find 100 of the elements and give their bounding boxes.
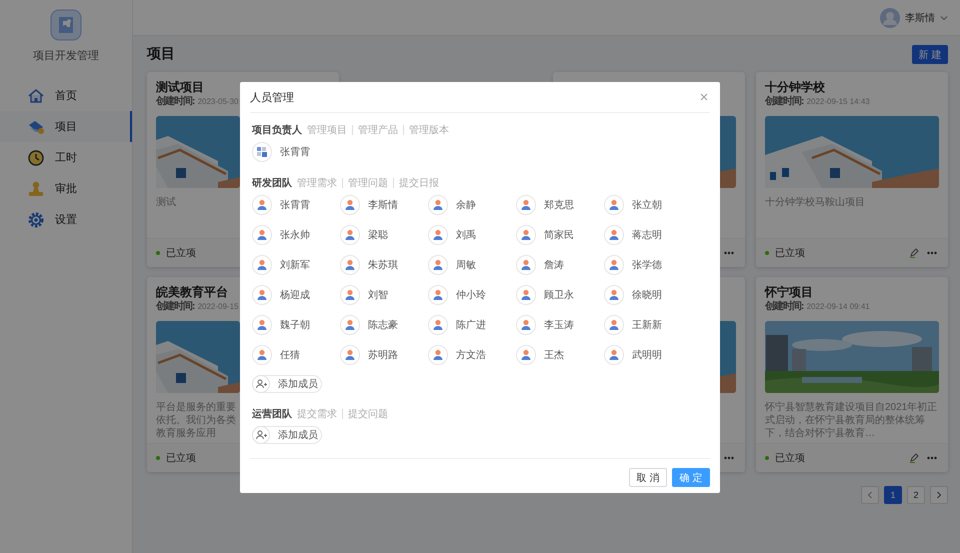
user-avatar-icon — [604, 315, 624, 335]
user-avatar-icon — [340, 345, 360, 365]
created-time: 创建时间: 2023-05-30 — [156, 95, 238, 108]
status-dot — [156, 456, 160, 460]
card-description: 平台是服务的重要依托。我们为各类教育服务应用 — [156, 400, 237, 440]
created-time: 创建时间: 2022-09-14 09:41 — [765, 300, 870, 313]
link[interactable]: 管理问题 — [348, 176, 388, 190]
chevron-left-icon — [866, 491, 874, 499]
grid-avatar-icon — [252, 142, 272, 162]
member-name: 詹涛 — [544, 259, 564, 272]
link[interactable]: 提交问题 — [348, 407, 388, 421]
add-user-icon — [252, 375, 270, 393]
member-name: 苏明路 — [368, 348, 398, 362]
section-title: 项目负责人 — [252, 124, 302, 137]
add-member-button[interactable]: 添加成员 — [252, 375, 322, 393]
more-icon — [724, 456, 734, 460]
section-title: 研发团队 — [252, 176, 292, 190]
logo-icon — [50, 9, 82, 41]
member-name: 魏子朝 — [280, 318, 310, 332]
link[interactable]: 管理产品 — [358, 123, 398, 137]
status-label: 已立项 — [166, 452, 196, 466]
link[interactable]: 提交日报 — [399, 176, 439, 190]
user-avatar-icon — [428, 315, 448, 335]
add-user-icon — [252, 426, 270, 444]
user-avatar-icon — [428, 255, 448, 275]
member-name: 陈广进 — [456, 318, 486, 332]
home-icon — [27, 86, 45, 104]
member-name: 王杰 — [544, 348, 564, 362]
member-name: 周敏 — [456, 259, 476, 272]
user-avatar-icon — [516, 345, 536, 365]
user-avatar-icon — [516, 195, 536, 215]
member-name: 蒋志明 — [632, 228, 662, 242]
user-avatar-icon — [604, 225, 624, 245]
member-name: 任猜 — [280, 348, 300, 362]
user-menu[interactable]: 李斯情 — [880, 8, 948, 28]
user-avatar-icon — [340, 285, 360, 305]
cancel-button[interactable]: 取 消 — [629, 468, 667, 487]
user-avatar-icon — [604, 285, 624, 305]
user-avatar-icon — [516, 315, 536, 335]
member-name: 郑克思 — [544, 198, 574, 212]
member-name: 简家民 — [544, 228, 574, 242]
member-name: 李斯情 — [368, 198, 398, 212]
user-avatar-icon — [340, 315, 360, 335]
member-name: 张学德 — [632, 258, 662, 272]
member-name: 刘新军 — [280, 258, 310, 272]
edit-button[interactable] — [907, 451, 921, 466]
member-name: 梁聪 — [368, 228, 388, 242]
close-button[interactable] — [698, 91, 710, 103]
nav-item[interactable]: 首页 — [0, 80, 132, 111]
created-time: 创建时间: 2022-09-15 14:43 — [765, 95, 870, 108]
user-avatar-icon — [252, 255, 272, 275]
settings-icon — [27, 210, 45, 228]
user-avatar-icon — [252, 345, 272, 365]
link[interactable]: 提交需求 — [297, 407, 337, 421]
member-name: 张立朝 — [632, 198, 662, 212]
link[interactable]: 管理需求 — [297, 176, 337, 190]
nav-item[interactable]: 审批 — [0, 173, 132, 204]
status-dot — [156, 251, 160, 256]
status-dot — [765, 251, 769, 256]
member-name: 王新新 — [632, 318, 662, 332]
member-name: 武明明 — [632, 348, 662, 362]
confirm-button[interactable]: 确 定 — [672, 468, 710, 487]
next-page-button[interactable] — [930, 486, 948, 504]
member-name: 朱苏琪 — [368, 258, 398, 272]
member-name: 仲小玲 — [456, 288, 486, 302]
status-label: 已立项 — [775, 452, 805, 466]
link[interactable]: 管理项目 — [307, 123, 347, 137]
user-avatar-icon — [604, 345, 624, 365]
user-avatar-icon — [252, 195, 272, 215]
page-button[interactable]: 2 — [907, 486, 925, 504]
member-name: 张霄霄 — [280, 198, 310, 212]
user-avatar-icon — [252, 315, 272, 335]
member-name: 李玉涛 — [544, 318, 574, 332]
user-avatar-icon — [604, 255, 624, 275]
nav-item[interactable]: 工时 — [0, 142, 132, 173]
new-button[interactable]: 新 建 — [912, 45, 948, 64]
nav-item[interactable]: 设置 — [0, 204, 132, 235]
member-name: 徐晓明 — [632, 288, 662, 302]
member-name: 陈志豪 — [368, 318, 398, 332]
user-avatar-icon — [340, 195, 360, 215]
page-button[interactable]: 1 — [884, 486, 902, 504]
link[interactable]: 管理版本 — [409, 123, 449, 137]
edit-button[interactable] — [907, 246, 921, 260]
nav-item[interactable]: 项目 — [0, 111, 132, 142]
close-icon — [700, 93, 708, 101]
pencil-icon — [909, 453, 919, 464]
member-name: 张永帅 — [280, 228, 310, 242]
member-name: 杨迎成 — [280, 288, 310, 302]
member-name: 刘禹 — [456, 228, 476, 242]
add-member-button[interactable]: 添加成员 — [252, 426, 322, 444]
caret-icon — [940, 14, 948, 22]
avatar-icon — [880, 8, 900, 28]
card-title: 十分钟学校 — [765, 80, 825, 95]
clock-icon — [27, 148, 45, 166]
chevron-right-icon — [935, 491, 943, 499]
card-title: 测试项目 — [156, 80, 204, 95]
card-description: 测试 — [156, 196, 176, 209]
pencil-icon — [909, 248, 919, 258]
member-name: 张霄霄 — [280, 146, 310, 159]
created-time: 创建时间: 2022-09-15 — [156, 300, 238, 313]
